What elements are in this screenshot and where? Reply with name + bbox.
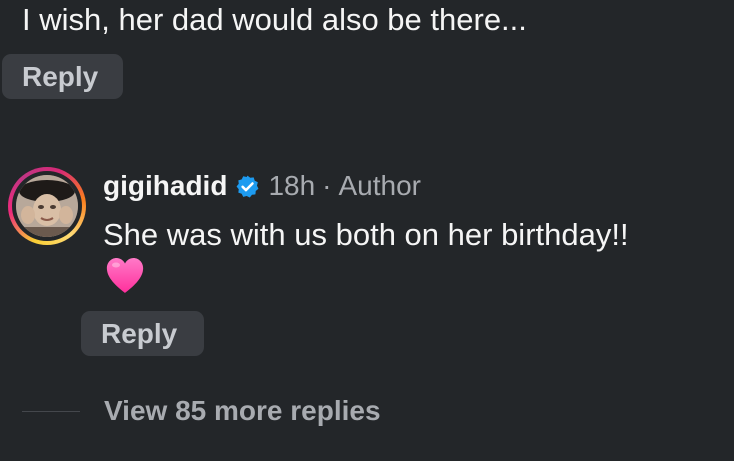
avatar[interactable] xyxy=(8,167,86,245)
pink-heart-icon xyxy=(106,258,144,293)
author-label: Author xyxy=(338,170,421,201)
reply-button[interactable]: Reply xyxy=(2,54,123,99)
username[interactable]: gigihadid xyxy=(103,170,227,202)
reply-comment-text: She was with us both on her birthday!! xyxy=(103,217,629,252)
comment-time: 18h xyxy=(268,170,316,201)
parent-comment-text: I wish, her dad would also be there... xyxy=(22,2,527,37)
reply-comment-header: gigihadid 18h · Author xyxy=(103,168,421,204)
avatar-ring-gap xyxy=(12,171,82,241)
thread-line xyxy=(22,411,80,412)
meta-separator: · xyxy=(322,170,332,201)
verified-badge-icon xyxy=(237,175,259,197)
view-more-replies-link[interactable]: View 85 more replies xyxy=(104,394,381,428)
reply-button[interactable]: Reply xyxy=(81,311,204,356)
avatar-photo xyxy=(16,175,78,237)
avatar-portrait-image xyxy=(16,175,78,237)
